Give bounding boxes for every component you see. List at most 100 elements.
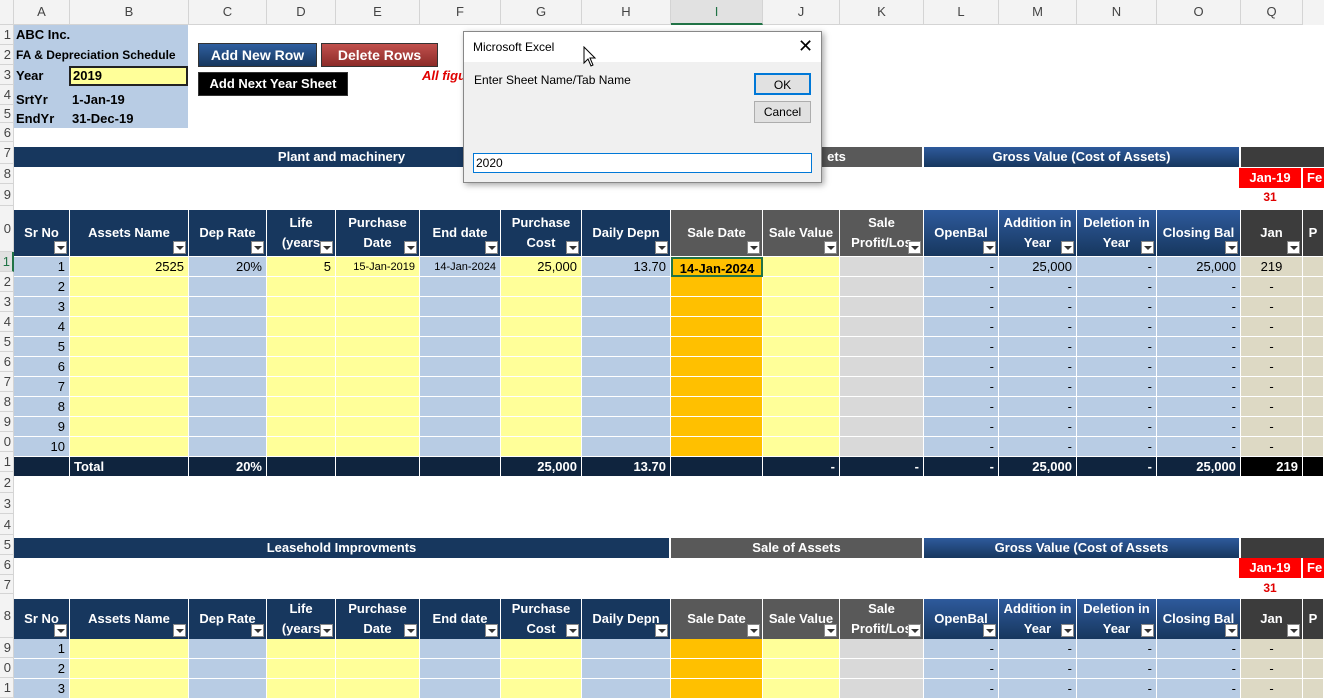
cell-p[interactable] (1303, 357, 1324, 377)
cell-rate[interactable] (189, 639, 267, 659)
cell-close[interactable]: - (1157, 679, 1241, 699)
cell-life[interactable] (267, 277, 336, 297)
filter-dropdown-icon[interactable] (1287, 241, 1300, 254)
filter-dropdown-icon[interactable] (173, 241, 186, 254)
row-header[interactable]: 9 (0, 638, 14, 658)
cell-pdate[interactable] (336, 357, 420, 377)
cell-close[interactable]: - (1157, 317, 1241, 337)
filter-dropdown-icon[interactable] (908, 241, 921, 254)
cell-spl[interactable] (840, 397, 924, 417)
cell-jan[interactable]: - (1241, 417, 1303, 437)
column-header-e[interactable]: E (336, 0, 420, 25)
filter-dropdown-icon[interactable] (747, 241, 760, 254)
cell-open[interactable]: - (924, 377, 999, 397)
cell-pdate[interactable] (336, 659, 420, 679)
cell-daily[interactable] (582, 357, 671, 377)
cell-open[interactable]: - (924, 437, 999, 457)
cell-sr[interactable]: 2 (14, 277, 70, 297)
cell-life[interactable] (267, 639, 336, 659)
cell-add[interactable]: - (999, 679, 1077, 699)
cell-pdate[interactable] (336, 377, 420, 397)
cell-jan[interactable]: - (1241, 397, 1303, 417)
cell-add[interactable]: - (999, 437, 1077, 457)
filter-dropdown-icon[interactable] (566, 624, 579, 637)
cell-sr[interactable]: 3 (14, 297, 70, 317)
filter-dropdown-icon[interactable] (485, 624, 498, 637)
filter-dropdown-icon[interactable] (824, 624, 837, 637)
cell-daily[interactable] (582, 317, 671, 337)
cell-saledate[interactable] (671, 377, 763, 397)
cell-daily[interactable] (582, 659, 671, 679)
row-header[interactable]: 0 (0, 206, 14, 252)
cell-add[interactable]: 25,000 (999, 257, 1077, 277)
cell-salev[interactable] (763, 257, 840, 277)
cell-salev[interactable] (763, 437, 840, 457)
cell-sr[interactable]: 10 (14, 437, 70, 457)
cell-sr[interactable]: 5 (14, 337, 70, 357)
filter-dropdown-icon[interactable] (1061, 241, 1074, 254)
cell-p[interactable] (1303, 639, 1324, 659)
cell-life[interactable] (267, 337, 336, 357)
row-header[interactable]: 3 (0, 292, 14, 312)
cell-sr[interactable]: 6 (14, 357, 70, 377)
filter-dropdown-icon[interactable] (1225, 624, 1238, 637)
cell-sr[interactable]: 2 (14, 659, 70, 679)
cell-cost[interactable] (501, 397, 582, 417)
cell-salev[interactable] (763, 317, 840, 337)
cell-edate[interactable] (420, 297, 501, 317)
cell-sr[interactable]: 4 (14, 317, 70, 337)
row-header[interactable]: 4 (0, 85, 14, 105)
cell-jan[interactable]: - (1241, 277, 1303, 297)
cell-salev[interactable] (763, 417, 840, 437)
cell-salev[interactable] (763, 297, 840, 317)
row-header[interactable]: 2 (0, 272, 14, 292)
cell-open[interactable]: - (924, 659, 999, 679)
cell-cost[interactable] (501, 679, 582, 699)
cell-life[interactable]: 5 (267, 257, 336, 277)
cell-saledate[interactable] (671, 679, 763, 699)
cell-open[interactable]: - (924, 679, 999, 699)
filter-dropdown-icon[interactable] (655, 624, 668, 637)
cell-p[interactable] (1303, 417, 1324, 437)
filter-dropdown-icon[interactable] (404, 241, 417, 254)
cell-del[interactable]: - (1077, 297, 1157, 317)
cell-pdate[interactable] (336, 639, 420, 659)
cell-sr[interactable]: 8 (14, 397, 70, 417)
cell-jan[interactable]: - (1241, 639, 1303, 659)
cell-close[interactable]: - (1157, 639, 1241, 659)
cell-p[interactable] (1303, 659, 1324, 679)
row-header[interactable]: 7 (0, 142, 14, 164)
cell-del[interactable]: - (1077, 337, 1157, 357)
filter-dropdown-icon[interactable] (320, 241, 333, 254)
filter-dropdown-icon[interactable] (983, 241, 996, 254)
cell-open[interactable]: - (924, 277, 999, 297)
row-header[interactable]: 1 (0, 252, 14, 272)
filter-dropdown-icon[interactable] (251, 241, 264, 254)
cell-life[interactable] (267, 297, 336, 317)
cell-spl[interactable] (840, 357, 924, 377)
cell-cost[interactable] (501, 357, 582, 377)
cell-close[interactable]: - (1157, 297, 1241, 317)
filter-dropdown-icon[interactable] (908, 624, 921, 637)
cell-rate[interactable] (189, 417, 267, 437)
row-header[interactable]: 1 (0, 452, 14, 472)
cell-sr[interactable]: 7 (14, 377, 70, 397)
cell-edate[interactable] (420, 639, 501, 659)
cell-close[interactable]: - (1157, 277, 1241, 297)
cell-name[interactable] (70, 317, 189, 337)
cell-edate[interactable] (420, 417, 501, 437)
add-next-year-sheet-button[interactable]: Add Next Year Sheet (198, 72, 348, 96)
cell-saledate[interactable] (671, 317, 763, 337)
row-header[interactable]: 7 (0, 575, 14, 594)
column-header-o[interactable]: O (1157, 0, 1241, 25)
column-header-m[interactable]: M (999, 0, 1077, 25)
row-header[interactable]: 1 (0, 25, 14, 45)
cell-salev[interactable] (763, 277, 840, 297)
row-header[interactable]: 1 (0, 678, 14, 698)
cell-name[interactable] (70, 417, 189, 437)
cell-rate[interactable] (189, 659, 267, 679)
cell-del[interactable]: - (1077, 437, 1157, 457)
cell-name[interactable] (70, 277, 189, 297)
cell-p[interactable] (1303, 257, 1324, 277)
cell-rate[interactable] (189, 679, 267, 699)
